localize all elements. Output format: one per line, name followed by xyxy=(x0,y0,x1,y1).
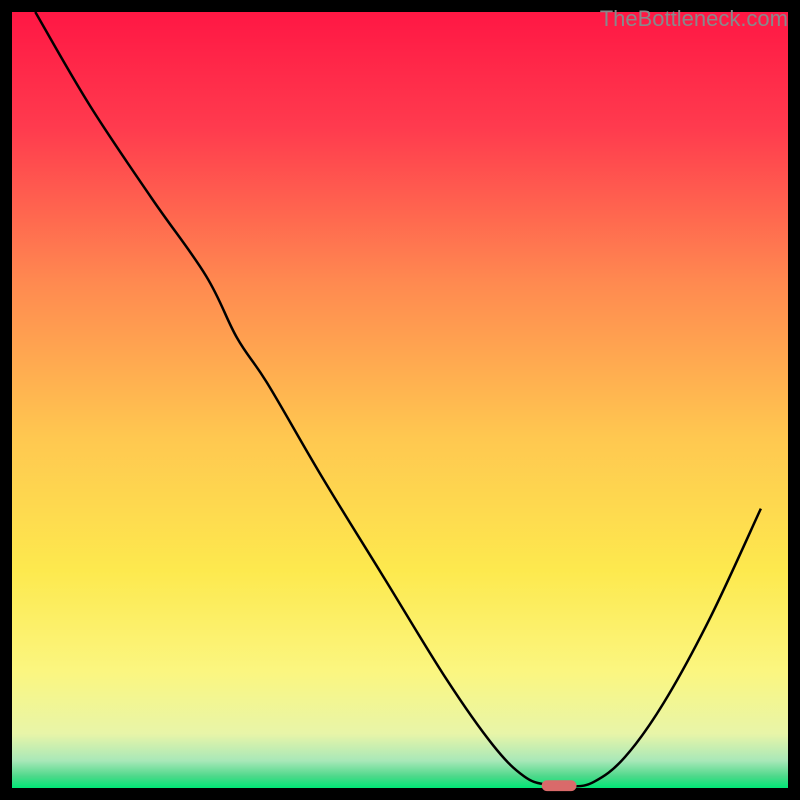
bottleneck-chart xyxy=(0,0,800,800)
watermark-text: TheBottleneck.com xyxy=(600,6,788,32)
chart-background xyxy=(12,12,788,788)
chart-container: TheBottleneck.com xyxy=(0,0,800,800)
optimal-point-marker xyxy=(542,780,577,791)
